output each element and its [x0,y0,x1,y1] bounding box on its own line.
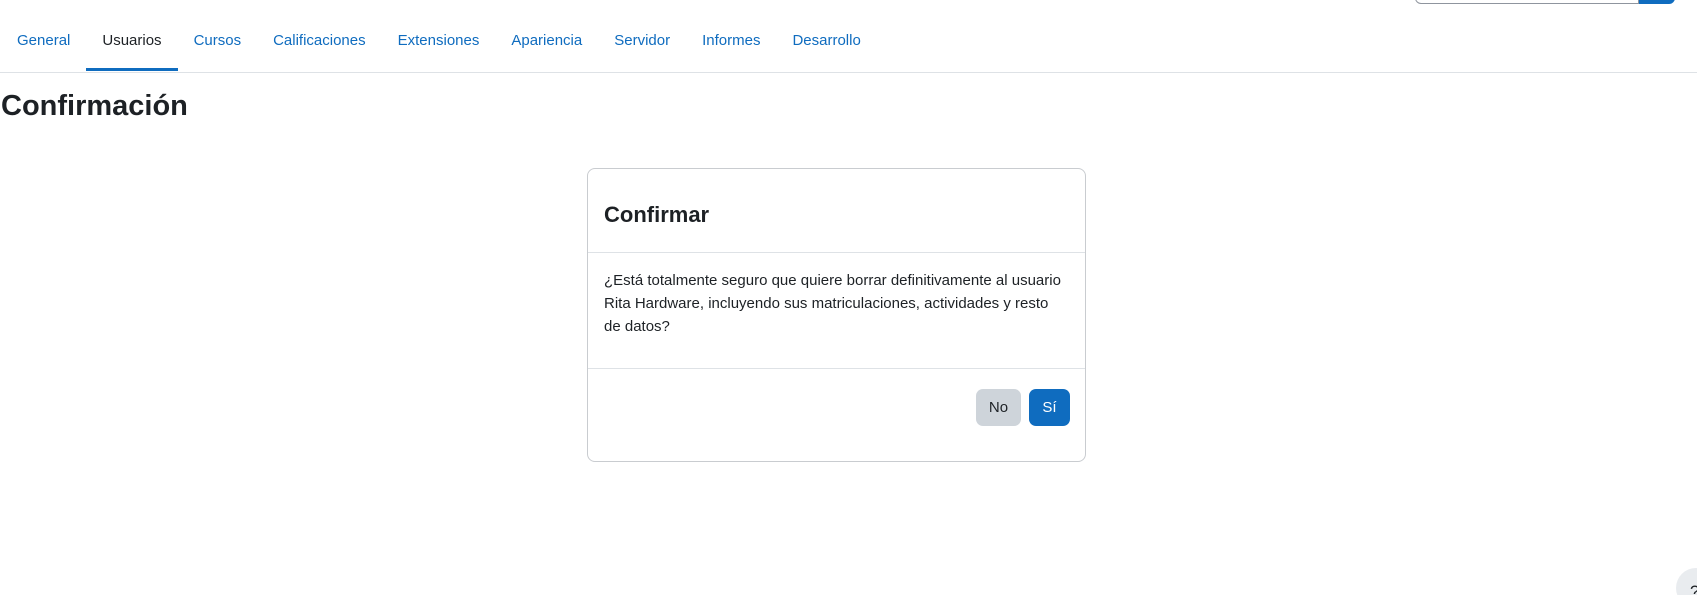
tab-cursos[interactable]: Cursos [178,17,258,71]
admin-tab-bar: General Usuarios Cursos Calificaciones E… [0,17,1697,73]
page: General Usuarios Cursos Calificaciones E… [0,0,1697,595]
dialog-header: Confirmar [588,169,1085,253]
page-title: Confirmación [1,90,188,122]
search-button[interactable] [1639,0,1675,4]
dialog-footer: No Sí [588,369,1085,461]
dialog-title: Confirmar [604,202,710,227]
yes-button[interactable]: Sí [1029,389,1070,426]
tab-apariencia[interactable]: Apariencia [495,17,598,71]
no-button[interactable]: No [976,389,1021,426]
question-mark-icon: ? [1690,582,1697,595]
tab-calificaciones[interactable]: Calificaciones [257,17,382,71]
search-input[interactable] [1415,0,1639,4]
tab-extensiones[interactable]: Extensiones [382,17,496,71]
tab-servidor[interactable]: Servidor [598,17,686,71]
search-bar [1415,0,1675,4]
tab-general[interactable]: General [0,17,86,71]
confirm-dialog: Confirmar ¿Está totalmente seguro que qu… [587,168,1086,462]
dialog-message: ¿Está totalmente seguro que quiere borra… [588,253,1085,369]
tab-desarrollo[interactable]: Desarrollo [776,17,876,71]
tab-informes[interactable]: Informes [686,17,776,71]
help-button[interactable]: ? [1676,568,1697,595]
tab-usuarios[interactable]: Usuarios [86,17,178,71]
